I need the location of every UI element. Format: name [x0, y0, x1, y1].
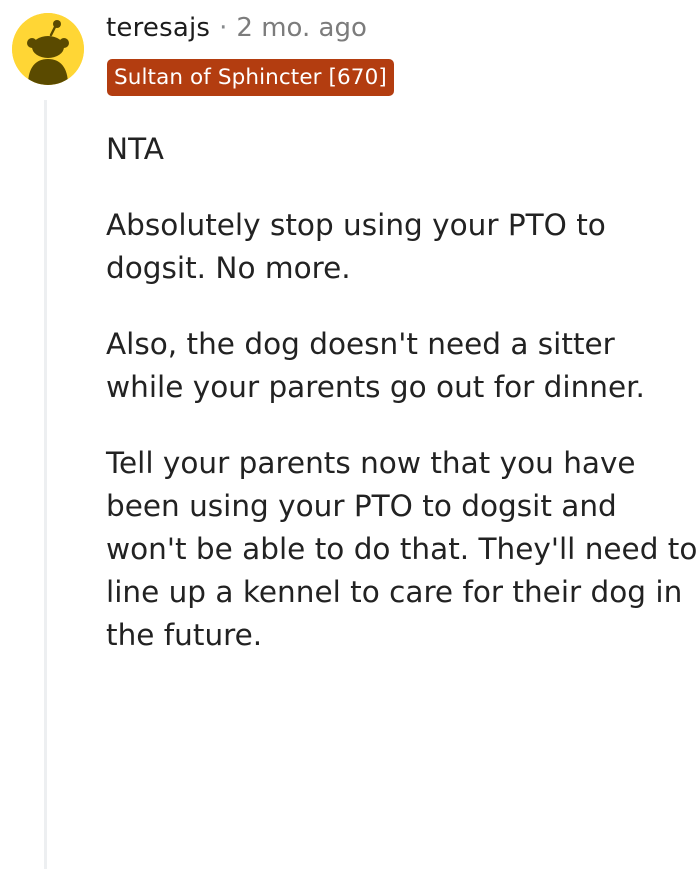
- comment-paragraph: Also, the dog doesn't need a sitter whil…: [106, 327, 645, 404]
- user-avatar-icon[interactable]: [12, 13, 84, 85]
- user-flair-badge: Sultan of Sphincter [670]: [107, 59, 394, 96]
- comment-meta: teresajs · 2 mo. ago: [106, 8, 367, 48]
- comment-paragraph: Tell your parents now that you have been…: [106, 446, 698, 652]
- comment: teresajs · 2 mo. ago Sultan of Sphincter…: [0, 0, 700, 869]
- comment-paragraph: Absolutely stop using your PTO to dogsit…: [106, 208, 606, 285]
- author-username-link[interactable]: teresajs: [106, 8, 210, 48]
- thread-collapse-line[interactable]: [44, 100, 47, 869]
- comment-body: NTA Absolutely stop using your PTO to do…: [106, 128, 698, 690]
- comment-paragraph: NTA: [106, 132, 164, 166]
- snoo-avatar-icon: [12, 13, 84, 85]
- comment-timestamp[interactable]: 2 mo. ago: [236, 8, 366, 48]
- meta-separator: ·: [219, 13, 228, 43]
